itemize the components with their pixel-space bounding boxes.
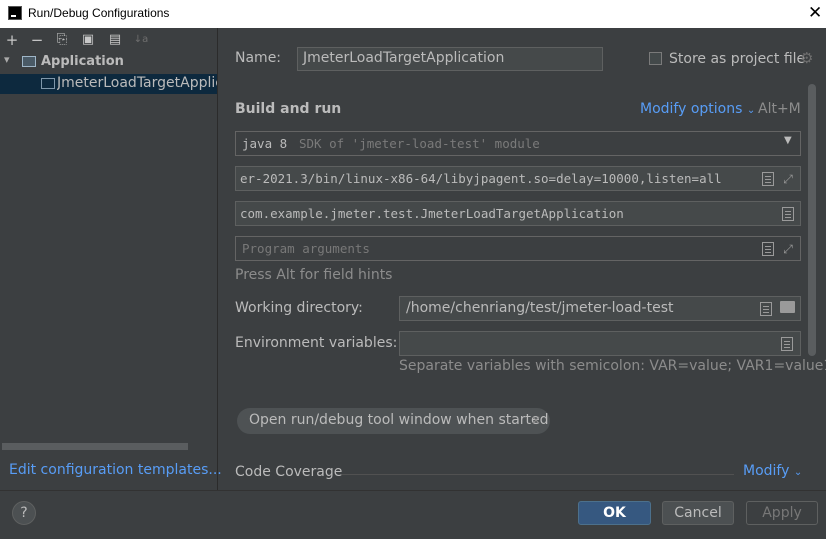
remove-chip-icon[interactable]: × <box>531 413 541 427</box>
chevron-down-icon[interactable]: ▾ <box>4 53 10 66</box>
main-class-field[interactable]: com.example.jmeter.test.JmeterLoadTarget… <box>235 201 801 226</box>
sort-icon: ↓a <box>133 34 149 45</box>
store-as-project-file-checkbox[interactable] <box>649 52 662 65</box>
chevron-down-icon: ⌄ <box>793 467 803 478</box>
save-icon[interactable]: ▣ <box>80 32 96 48</box>
browse-icon[interactable] <box>760 302 772 316</box>
coverage-modify-link[interactable]: Modify ⌄ <box>743 463 802 479</box>
store-as-project-file-label: Store as project file <box>669 51 806 67</box>
code-coverage-label: Code Coverage <box>235 464 343 480</box>
tree-item-label: JmeterLoadTargetApplica <box>57 75 217 91</box>
vm-options-value: er-2021.3/bin/linux-x86-64/libyjpagent.s… <box>240 171 722 186</box>
tree-item-jmeter-load-target[interactable]: JmeterLoadTargetApplica <box>0 74 217 94</box>
application-config-icon <box>41 78 55 89</box>
remove-icon[interactable]: − <box>29 32 45 48</box>
browse-icon[interactable] <box>781 337 793 351</box>
tree-group-label: Application <box>41 54 124 69</box>
browse-icon[interactable] <box>782 207 794 221</box>
close-icon[interactable]: ✕ <box>808 3 822 23</box>
browse-icon[interactable] <box>762 172 774 186</box>
jre-sdk-dropdown[interactable]: java 8 SDK of 'jmeter-load-test' module … <box>235 131 801 156</box>
working-directory-label: Working directory: <box>235 300 363 316</box>
working-directory-value: /home/chenriang/test/jmeter-load-test <box>406 300 674 316</box>
program-arguments-field[interactable]: Program arguments ⤢ <box>235 236 801 261</box>
section-divider <box>342 474 734 475</box>
working-directory-field[interactable]: /home/chenriang/test/jmeter-load-test <box>399 296 801 321</box>
horizontal-scrollbar[interactable] <box>2 443 188 450</box>
environment-variables-hint: Separate variables with semicolon: VAR=v… <box>399 358 826 374</box>
field-hints-text: Press Alt for field hints <box>235 267 393 283</box>
tree-group-application[interactable]: ▾ Application <box>0 53 217 73</box>
cancel-button[interactable]: Cancel <box>662 501 734 525</box>
vertical-scrollbar[interactable] <box>808 84 816 356</box>
configuration-tree-pane <box>0 28 218 490</box>
name-field[interactable]: JmeterLoadTargetApplication <box>297 47 603 71</box>
open-tool-window-chip[interactable]: Open run/debug tool window when started … <box>237 408 550 434</box>
gear-icon[interactable]: ⚙ <box>800 49 813 67</box>
copy-icon[interactable]: ⎘ <box>54 32 70 48</box>
sdk-main: java 8 <box>242 136 288 151</box>
move-to-folder-icon[interactable]: ▤ <box>107 32 123 48</box>
build-and-run-heading: Build and run <box>235 101 342 117</box>
expand-icon[interactable]: ⤢ <box>781 242 795 256</box>
ok-button[interactable]: OK <box>578 501 651 525</box>
name-label: Name: <box>235 50 282 66</box>
application-icon <box>22 56 36 67</box>
dropdown-arrow-icon: ▼ <box>784 135 792 146</box>
help-button[interactable]: ? <box>12 501 36 525</box>
modify-options-shortcut: Alt+M <box>758 101 801 117</box>
window-title: Run/Debug Configurations <box>28 6 170 20</box>
intellij-app-icon <box>8 6 22 20</box>
browse-icon[interactable] <box>762 242 774 256</box>
add-icon[interactable]: + <box>4 32 20 48</box>
environment-variables-label: Environment variables: <box>235 335 398 351</box>
name-value: JmeterLoadTargetApplication <box>303 50 505 66</box>
main-class-value: com.example.jmeter.test.JmeterLoadTarget… <box>240 206 624 221</box>
chip-label: Open run/debug tool window when started <box>249 412 549 428</box>
environment-variables-field[interactable] <box>399 331 801 356</box>
expand-icon[interactable]: ⤢ <box>781 172 795 186</box>
chevron-down-icon: ⌄ <box>746 105 756 116</box>
edit-configuration-templates-link[interactable]: Edit configuration templates... <box>9 462 222 478</box>
vm-options-field[interactable]: er-2021.3/bin/linux-x86-64/libyjpagent.s… <box>235 166 801 191</box>
sdk-hint: SDK of 'jmeter-load-test' module <box>299 136 540 151</box>
title-bar: Run/Debug Configurations ✕ <box>0 0 826 28</box>
apply-button[interactable]: Apply <box>746 501 818 525</box>
modify-options-link[interactable]: Modify options ⌄ <box>640 101 755 117</box>
folder-icon[interactable] <box>780 301 795 313</box>
coverage-modify-label: Modify <box>743 463 790 479</box>
modify-options-label: Modify options <box>640 101 743 117</box>
program-arguments-placeholder: Program arguments <box>242 241 370 256</box>
